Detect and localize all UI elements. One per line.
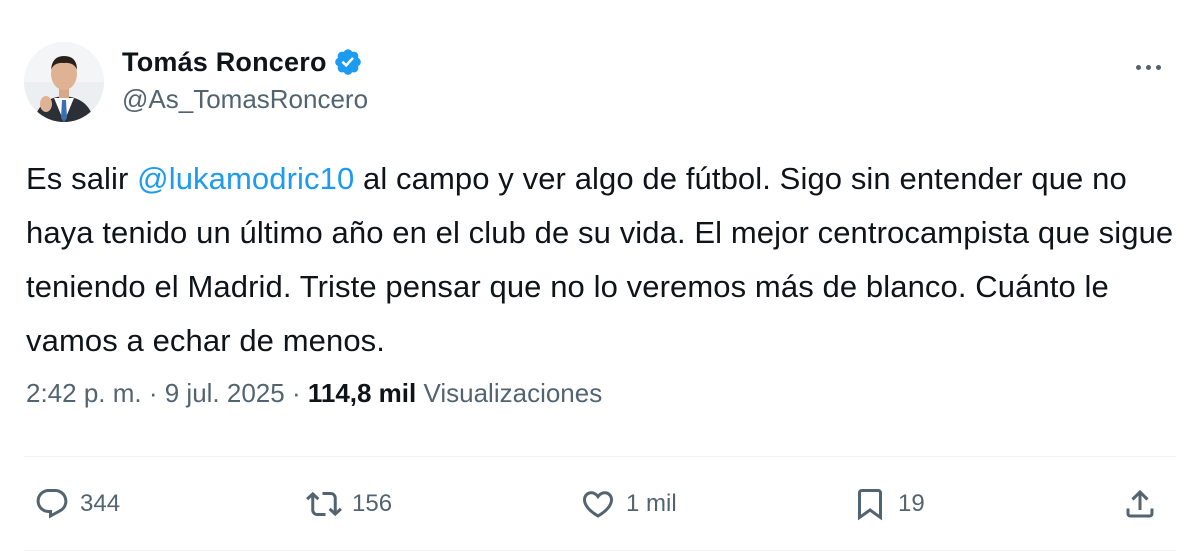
more-dot <box>1145 64 1151 70</box>
tweet-text: Es salir @lukamodric10 al campo y ver al… <box>26 152 1176 368</box>
tweet-date[interactable]: 9 jul. 2025 <box>165 378 285 408</box>
share-icon <box>1126 489 1154 518</box>
tweet-text-start: Es salir <box>26 161 138 196</box>
avatar[interactable] <box>24 42 104 122</box>
meta-separator: · <box>284 378 308 408</box>
action-bar: 344 156 1 mil 19 <box>0 476 1200 532</box>
divider <box>24 550 1176 551</box>
avatar-image <box>24 42 104 122</box>
views-label[interactable]: Visualizaciones <box>423 378 602 408</box>
tweet-card: Tomás Roncero @As_TomasRoncero Es salir … <box>0 0 1200 553</box>
reply-icon <box>36 489 68 519</box>
more-icon[interactable] <box>1128 52 1168 82</box>
share-button[interactable] <box>1122 476 1158 532</box>
tweet-meta: 2:42 p. m. · 9 jul. 2025 · 114,8 mil Vis… <box>26 378 602 409</box>
bookmark-button[interactable]: 19 <box>852 476 925 532</box>
more-dot <box>1135 64 1141 70</box>
divider <box>24 456 1176 457</box>
name-row: Tomás Roncero <box>122 44 368 80</box>
more-dot <box>1155 64 1161 70</box>
tweet-header: Tomás Roncero @As_TomasRoncero <box>24 42 1176 124</box>
like-button[interactable]: 1 mil <box>580 476 677 532</box>
bookmark-icon <box>858 489 882 521</box>
author-info: Tomás Roncero @As_TomasRoncero <box>122 44 368 115</box>
reply-button[interactable]: 344 <box>34 476 120 532</box>
heart-icon <box>582 491 614 518</box>
repost-button[interactable]: 156 <box>306 476 392 532</box>
like-count: 1 mil <box>626 490 677 517</box>
verified-badge-icon[interactable] <box>333 47 363 77</box>
author-display-name[interactable]: Tomás Roncero <box>122 47 327 78</box>
mention-link[interactable]: @lukamodric10 <box>137 161 354 196</box>
reply-count: 344 <box>80 490 121 517</box>
meta-separator: · <box>141 378 165 408</box>
bookmark-count: 19 <box>898 490 925 517</box>
repost-icon <box>306 491 342 517</box>
repost-count: 156 <box>352 490 393 517</box>
tweet-time[interactable]: 2:42 p. m. <box>26 378 142 408</box>
author-handle[interactable]: @As_TomasRoncero <box>122 84 368 115</box>
views-count: 114,8 mil <box>307 378 417 408</box>
